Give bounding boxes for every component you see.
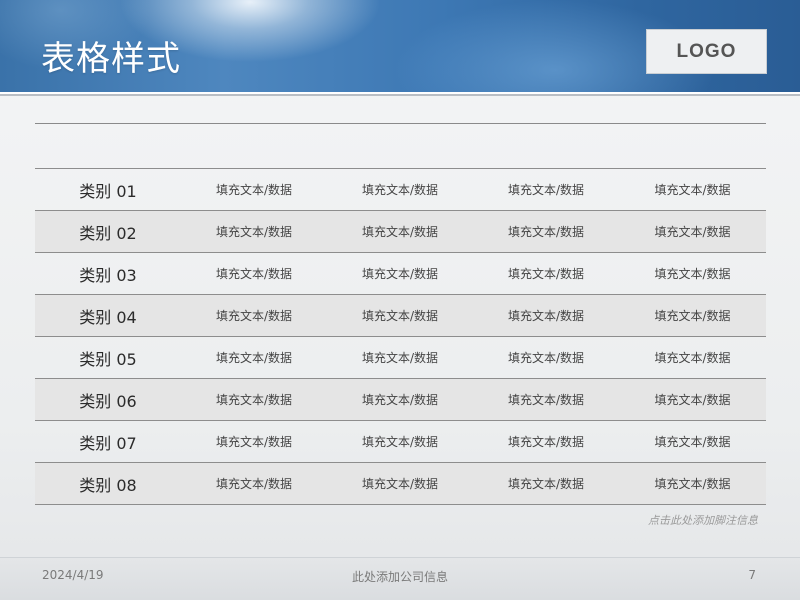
table-cell[interactable]: 填充文本/数据 — [619, 378, 766, 421]
table-cell[interactable]: 填充文本/数据 — [327, 252, 473, 295]
table-row: 类别 04 填充文本/数据 填充文本/数据 填充文本/数据 填充文本/数据 — [35, 294, 766, 337]
table-row: 类别 03 填充文本/数据 填充文本/数据 填充文本/数据 填充文本/数据 — [35, 252, 766, 295]
table-cell[interactable]: 填充文本/数据 — [473, 168, 619, 211]
category-cell[interactable]: 类别 08 — [35, 462, 181, 505]
logo-placeholder[interactable]: LOGO — [646, 29, 767, 74]
table-cell[interactable]: 填充文本/数据 — [327, 378, 473, 421]
category-cell[interactable]: 类别 04 — [35, 294, 181, 337]
table-cell[interactable]: 填充文本/数据 — [327, 336, 473, 379]
table-row: 类别 08 填充文本/数据 填充文本/数据 填充文本/数据 填充文本/数据 — [35, 462, 766, 505]
table-cell[interactable]: 填充文本/数据 — [619, 336, 766, 379]
table-cell[interactable]: 填充文本/数据 — [473, 378, 619, 421]
category-cell[interactable]: 类别 02 — [35, 210, 181, 253]
table-cell[interactable]: 填充文本/数据 — [473, 294, 619, 337]
table-cell[interactable]: 填充文本/数据 — [619, 252, 766, 295]
table-cell[interactable]: 填充文本/数据 — [473, 252, 619, 295]
category-cell[interactable]: 类别 01 — [35, 168, 181, 211]
table-cell[interactable]: 填充文本/数据 — [327, 462, 473, 505]
page-number: 7 — [748, 568, 756, 582]
footnote-text[interactable]: 点击此处添加脚注信息 — [648, 512, 758, 528]
table-cell[interactable]: 填充文本/数据 — [181, 462, 327, 505]
page-title: 表格样式 — [41, 39, 181, 79]
header-banner: 表格样式 LOGO — [0, 0, 800, 92]
table-cell[interactable]: 填充文本/数据 — [327, 168, 473, 211]
category-cell[interactable]: 类别 06 — [35, 378, 181, 421]
table-row: 类别 07 填充文本/数据 填充文本/数据 填充文本/数据 填充文本/数据 — [35, 420, 766, 463]
table-cell[interactable]: 填充文本/数据 — [327, 210, 473, 253]
table-row: 类别 02 填充文本/数据 填充文本/数据 填充文本/数据 填充文本/数据 — [35, 210, 766, 253]
table-row: 类别 06 填充文本/数据 填充文本/数据 填充文本/数据 填充文本/数据 — [35, 378, 766, 421]
table-cell[interactable]: 填充文本/数据 — [473, 336, 619, 379]
table-cell[interactable]: 填充文本/数据 — [473, 210, 619, 253]
table-cell[interactable]: 填充文本/数据 — [619, 210, 766, 253]
table-cell[interactable]: 填充文本/数据 — [473, 420, 619, 463]
table-top-rule — [35, 123, 766, 124]
footer-bar: 2024/4/19 此处添加公司信息 7 — [0, 558, 800, 600]
table-cell[interactable]: 填充文本/数据 — [619, 168, 766, 211]
table-cell[interactable]: 填充文本/数据 — [181, 294, 327, 337]
table-cell[interactable]: 填充文本/数据 — [327, 294, 473, 337]
table-cell[interactable]: 填充文本/数据 — [619, 294, 766, 337]
table-cell[interactable]: 填充文本/数据 — [181, 168, 327, 211]
table-cell[interactable]: 填充文本/数据 — [181, 210, 327, 253]
table-row: 类别 05 填充文本/数据 填充文本/数据 填充文本/数据 填充文本/数据 — [35, 336, 766, 379]
footer-company-info[interactable]: 此处添加公司信息 — [0, 568, 800, 585]
table-cell[interactable]: 填充文本/数据 — [473, 462, 619, 505]
category-cell[interactable]: 类别 03 — [35, 252, 181, 295]
data-table: 类别 01 填充文本/数据 填充文本/数据 填充文本/数据 填充文本/数据 类别… — [35, 168, 766, 505]
table-cell[interactable]: 填充文本/数据 — [327, 420, 473, 463]
table-cell[interactable]: 填充文本/数据 — [619, 462, 766, 505]
table-cell[interactable]: 填充文本/数据 — [181, 336, 327, 379]
header-divider-dark — [0, 94, 800, 96]
table-cell[interactable]: 填充文本/数据 — [181, 420, 327, 463]
category-cell[interactable]: 类别 05 — [35, 336, 181, 379]
table-cell[interactable]: 填充文本/数据 — [181, 378, 327, 421]
table-cell[interactable]: 填充文本/数据 — [619, 420, 766, 463]
category-cell[interactable]: 类别 07 — [35, 420, 181, 463]
table-row: 类别 01 填充文本/数据 填充文本/数据 填充文本/数据 填充文本/数据 — [35, 168, 766, 211]
table-cell[interactable]: 填充文本/数据 — [181, 252, 327, 295]
